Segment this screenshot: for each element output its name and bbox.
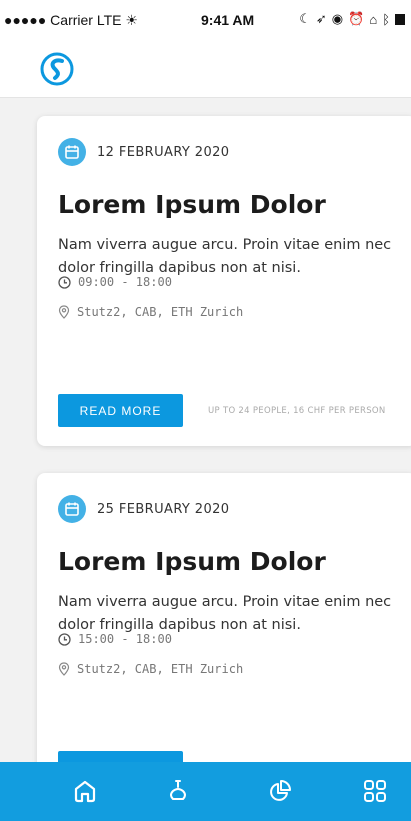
location-pin-icon: [58, 305, 70, 319]
bluetooth-icon: ᛒ: [382, 11, 390, 27]
event-location: Stutz2, CAB, ETH Zurich: [77, 305, 244, 319]
clock: 9:41 AM: [201, 12, 255, 28]
event-time-row: 09:00 - 18:00: [58, 275, 172, 289]
apps-grid-icon: [364, 780, 386, 802]
event-time: 09:00 - 18:00: [78, 275, 172, 289]
event-location-row: Stutz2, CAB, ETH Zurich: [58, 662, 243, 676]
clock-icon: [58, 632, 71, 646]
read-more-button[interactable]: READ MORE: [58, 751, 183, 762]
app-header: [0, 40, 411, 98]
event-card[interactable]: 12 FEBRUARY 2020 Lorem Ipsum Dolor Nam v…: [37, 116, 411, 446]
lock-rotation-icon: ◉: [331, 11, 344, 26]
event-time: 15:00 - 18:00: [78, 632, 172, 646]
tab-lab[interactable]: [163, 776, 193, 806]
tab-home[interactable]: [70, 776, 100, 806]
event-description: Nam viverra augue arcu. Proin vitae enim…: [58, 594, 392, 633]
airplay-icon: ⌂: [369, 11, 378, 27]
location-arrow-icon: ➶: [315, 11, 327, 26]
app-logo-icon[interactable]: [40, 52, 74, 86]
event-location-row: Stutz2, CAB, ETH Zurich: [58, 305, 243, 319]
status-bar: ●●●●● Carrier LTE ☀ 9:41 AM ☾ ➶ ◉ ⏰ ⌂ ᛒ: [0, 0, 411, 40]
calendar-icon: [58, 495, 86, 523]
event-description: Nam viverra augue arcu. Proin vitae enim…: [58, 237, 392, 276]
moon-icon: ☾: [299, 11, 311, 26]
clock-icon: [58, 275, 71, 289]
alarm-icon: ⏰: [348, 11, 365, 26]
bottom-tab-bar: [0, 762, 411, 821]
tab-apps[interactable]: [360, 776, 390, 806]
calendar-icon: [58, 138, 86, 166]
event-date-row: 25 FEBRUARY 2020: [58, 495, 229, 523]
event-title: Lorem Ipsum Dolor: [58, 190, 326, 219]
pie-chart-icon: [270, 780, 291, 801]
location-pin-icon: [58, 662, 70, 676]
lab-flask-icon: [170, 780, 186, 800]
event-date: 25 FEBRUARY 2020: [97, 501, 230, 517]
event-title: Lorem Ipsum Dolor: [58, 547, 326, 576]
event-date-row: 12 FEBRUARY 2020: [58, 138, 229, 166]
carrier-label: ●●●●● Carrier LTE ☀: [4, 12, 138, 28]
home-icon: [74, 780, 96, 803]
event-card[interactable]: 25 FEBRUARY 2020 Lorem Ipsum Dolor Nam v…: [37, 473, 411, 762]
read-more-button[interactable]: READ MORE: [58, 394, 183, 427]
event-location: Stutz2, CAB, ETH Zurich: [77, 662, 244, 676]
tab-chart[interactable]: [265, 776, 295, 806]
event-time-row: 15:00 - 18:00: [58, 632, 172, 646]
status-icons: ☾ ➶ ◉ ⏰ ⌂ ᛒ: [299, 11, 405, 27]
battery-icon: [395, 13, 405, 25]
event-feed[interactable]: 12 FEBRUARY 2020 Lorem Ipsum Dolor Nam v…: [0, 98, 411, 762]
event-date: 12 FEBRUARY 2020: [97, 144, 230, 160]
event-capacity: UP TO 24 PEOPLE, 16 CHF PER PERSON: [208, 406, 386, 416]
